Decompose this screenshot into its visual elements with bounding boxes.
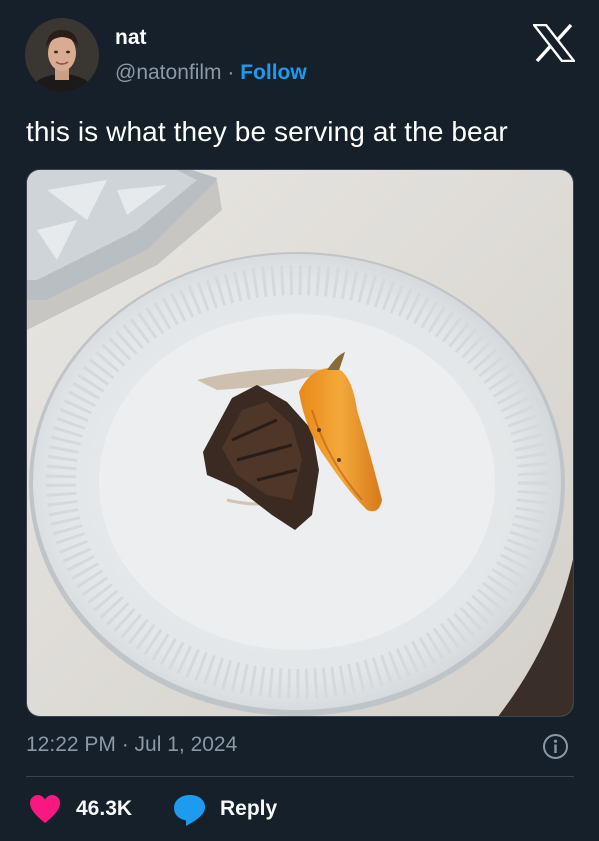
separator-dot: · bbox=[227, 61, 235, 84]
avatar-photo bbox=[25, 18, 99, 92]
info-icon[interactable] bbox=[542, 733, 569, 760]
reply-bubble-icon[interactable] bbox=[172, 793, 208, 827]
x-logo-icon[interactable] bbox=[533, 24, 575, 62]
tweet-media-image[interactable] bbox=[26, 169, 574, 717]
heart-icon[interactable] bbox=[29, 794, 61, 824]
divider bbox=[26, 776, 574, 777]
author-name[interactable]: nat bbox=[115, 26, 147, 50]
author-handle-row: @natonfilm · Follow bbox=[115, 61, 307, 85]
avatar[interactable] bbox=[25, 18, 99, 92]
reply-button[interactable]: Reply bbox=[220, 797, 277, 821]
plate-photo bbox=[27, 170, 573, 716]
follow-button[interactable]: Follow bbox=[240, 61, 307, 84]
tweet-text: this is what they be serving at the bear bbox=[26, 116, 508, 147]
tweet-timestamp[interactable]: 12:22 PM · Jul 1, 2024 bbox=[26, 733, 237, 757]
like-count: 46.3K bbox=[76, 797, 133, 820]
author-handle[interactable]: @natonfilm bbox=[115, 61, 222, 84]
